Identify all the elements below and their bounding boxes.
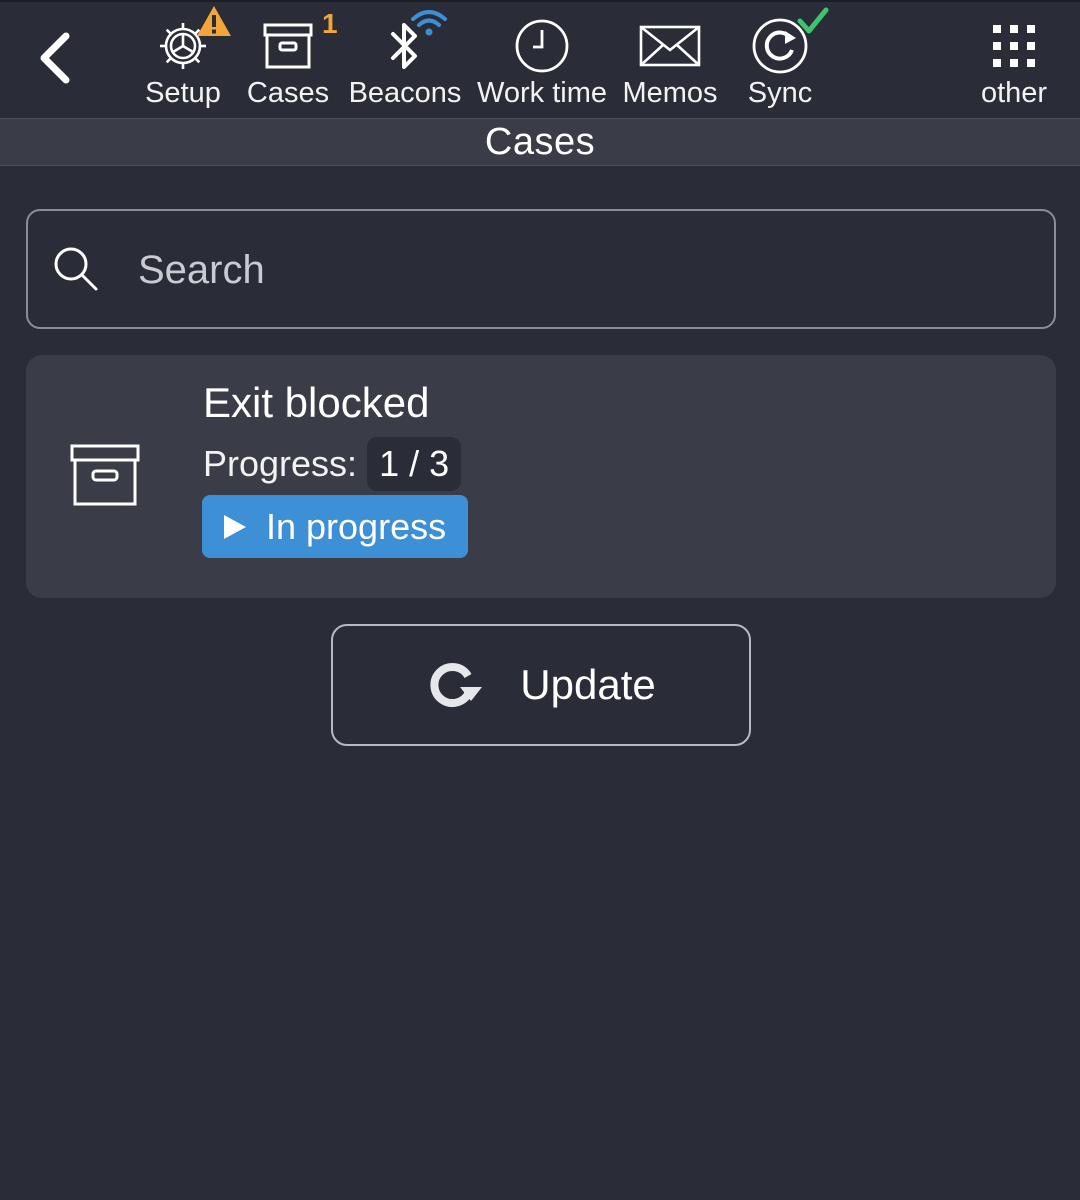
- nav-sync[interactable]: Sync: [740, 2, 829, 120]
- cases-count-badge: 1: [322, 8, 338, 39]
- nav-setup-label: Setup: [145, 77, 221, 109]
- nav-sync-icon-wrap: [748, 7, 829, 78]
- back-button[interactable]: [22, 24, 86, 92]
- update-button[interactable]: Update: [331, 624, 751, 746]
- refresh-icon: [430, 663, 483, 707]
- play-icon: [224, 514, 246, 539]
- nav-memos-icon-wrap: [638, 14, 702, 78]
- progress-label: Progress:: [203, 443, 358, 484]
- warning-icon: [197, 6, 231, 36]
- nav-setup[interactable]: Setup: [133, 2, 233, 120]
- page-title: Cases: [484, 120, 596, 163]
- nav-sync-label: Sync: [747, 77, 813, 109]
- nav-memos-label: Memos: [622, 77, 718, 109]
- nav-work-time-label: Work time: [477, 77, 607, 109]
- nav-setup-icon-wrap: [151, 6, 231, 78]
- archive-box-icon: [70, 444, 140, 506]
- page-title-bar: Cases: [0, 118, 1080, 166]
- nav-other-label: other: [980, 77, 1048, 109]
- case-card[interactable]: Exit blocked Progress: 1 / 3 In progress: [26, 355, 1056, 598]
- nav-cases-label: Cases: [246, 77, 330, 109]
- nav-work-time-icon-wrap: [510, 14, 574, 78]
- nav-other-icon-wrap: [982, 14, 1046, 78]
- top-navigation-bar: Setup 1 Cases Beacons Work time Memos Sy…: [0, 0, 1080, 118]
- nav-other[interactable]: other: [972, 2, 1056, 120]
- nav-beacons-icon-wrap: [373, 10, 447, 78]
- check-icon: [797, 7, 829, 34]
- nav-cases-icon-wrap: 1: [256, 8, 338, 78]
- status-text: In progress: [266, 505, 447, 547]
- wifi-icon: [411, 10, 447, 36]
- update-label: Update: [520, 661, 656, 708]
- clock-icon: [515, 19, 569, 73]
- status-badge: In progress: [202, 495, 469, 558]
- search-icon: [54, 247, 98, 291]
- nav-beacons-label: Beacons: [348, 77, 462, 109]
- chevron-left-icon: [40, 32, 70, 84]
- nav-beacons[interactable]: Beacons: [347, 2, 463, 120]
- nav-memos[interactable]: Memos: [620, 2, 720, 120]
- progress-value: 1 / 3: [367, 437, 462, 491]
- search-box[interactable]: [26, 209, 1056, 329]
- envelope-icon: [639, 25, 701, 67]
- grid-icon: [993, 25, 1035, 67]
- search-input[interactable]: [136, 233, 1020, 307]
- nav-work-time[interactable]: Work time: [476, 2, 608, 120]
- archive-box-icon: [263, 23, 313, 69]
- case-progress: Progress: 1 / 3: [203, 437, 462, 491]
- case-title: Exit blocked: [203, 379, 430, 426]
- nav-cases[interactable]: 1 Cases: [238, 2, 338, 120]
